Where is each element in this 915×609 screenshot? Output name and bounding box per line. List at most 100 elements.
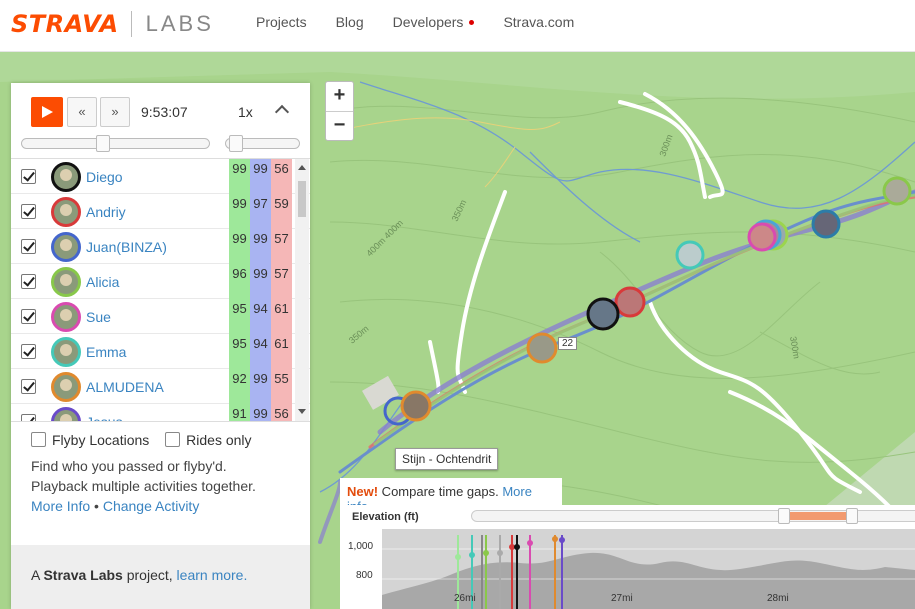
athlete-avatar (51, 232, 81, 262)
scroll-thumb[interactable] (298, 181, 306, 217)
strava-labs-logo[interactable]: STRAVA LABS (11, 10, 214, 38)
panel-footer: A Strava Labs project, learn more. (11, 545, 310, 609)
athlete-score: 99 (229, 194, 250, 229)
rider-tag: 22 (558, 337, 578, 350)
elevation-title: Elevation (ft) (352, 511, 419, 523)
top-header: STRAVA LABS Projects Blog Developers Str… (0, 0, 915, 52)
brand-labs: LABS (145, 11, 214, 36)
athlete-row[interactable]: Alicia 96 99 57 (11, 264, 310, 299)
athlete-score: 94 (250, 334, 271, 369)
athlete-score: 99 (229, 229, 250, 264)
athlete-row[interactable]: Sue 95 94 61 (11, 299, 310, 334)
rewind-button[interactable]: « (67, 97, 97, 127)
athlete-avatar (51, 337, 81, 367)
description-line-2: Playback multiple activities together. (31, 478, 256, 494)
progress-slider-handle[interactable] (95, 135, 110, 152)
athlete-score: 97 (250, 194, 271, 229)
athlete-score: 95 (229, 334, 250, 369)
athlete-avatar (51, 162, 81, 192)
flyby-locations-label: Flyby Locations (52, 432, 150, 448)
elevation-range-slider[interactable] (471, 508, 915, 524)
athlete-checkbox[interactable] (21, 379, 36, 394)
brand-divider (130, 11, 132, 37)
notification-dot-icon (469, 19, 475, 25)
rides-only-checkbox[interactable] (165, 432, 181, 447)
athlete-name[interactable]: Juan(BINZA) (86, 239, 167, 255)
nav-blog[interactable]: Blog (336, 14, 364, 30)
athlete-checkbox[interactable] (21, 169, 36, 184)
play-button[interactable] (31, 97, 63, 127)
athlete-checkbox[interactable] (21, 204, 36, 219)
nav-strava-com[interactable]: Strava.com (503, 14, 574, 30)
athlete-name[interactable]: Andriy (86, 204, 126, 220)
athlete-score: 57 (271, 229, 292, 264)
playback-time: 9:53:07 (141, 104, 188, 120)
elevation-y-tick: 800 (356, 570, 373, 581)
zoom-out-button[interactable]: − (326, 111, 353, 140)
forward-button[interactable]: » (100, 97, 130, 127)
footer-strava-labs: Strava Labs (43, 567, 123, 583)
elevation-x-tick: 26mi (454, 593, 476, 604)
compare-time-gaps-banner: New! Compare time gaps. More info (340, 478, 562, 514)
athlete-score: 99 (250, 159, 271, 194)
athlete-name[interactable]: ALMUDENA (86, 379, 164, 395)
athlete-checkbox[interactable] (21, 274, 36, 289)
nav-developers[interactable]: Developers (393, 14, 475, 30)
athlete-avatar (51, 197, 81, 227)
learn-more-link[interactable]: learn more. (177, 567, 248, 583)
elevation-range-selection (784, 512, 852, 520)
athlete-row[interactable]: Diego 99 99 56 (11, 159, 310, 194)
collapse-chevron-icon[interactable] (274, 104, 290, 120)
athlete-score: 99 (250, 229, 271, 264)
speed-slider-handle[interactable] (229, 135, 244, 152)
zoom-in-button[interactable]: + (326, 82, 353, 111)
athlete-score: 99 (229, 159, 250, 194)
speed-slider[interactable] (225, 135, 300, 152)
athlete-row[interactable]: Andriy 99 97 59 (11, 194, 310, 229)
zoom-control: + − (325, 81, 354, 141)
athlete-score: 99 (250, 404, 271, 421)
athlete-score: 61 (271, 334, 292, 369)
compare-text: Compare time gaps. (378, 484, 503, 499)
athlete-row[interactable]: Emma 95 94 61 (11, 334, 310, 369)
athlete-score: 56 (271, 404, 292, 421)
play-icon (42, 106, 53, 118)
athlete-row[interactable]: ALMUDENA 92 99 55 (11, 369, 310, 404)
elevation-x-tick: 27mi (611, 593, 633, 604)
rider-tooltip: Stijn - Ochtendrit (395, 448, 499, 470)
playback-speed[interactable]: 1x (238, 104, 253, 120)
athlete-list-scrollbar[interactable] (295, 159, 309, 421)
athlete-avatar (51, 407, 81, 421)
flyby-locations-checkbox[interactable] (31, 432, 46, 447)
description-line-1: Find who you passed or flyby'd. (31, 458, 227, 474)
athlete-checkbox[interactable] (21, 309, 36, 324)
rides-only-label: Rides only (186, 432, 252, 448)
link-separator: • (94, 498, 99, 514)
athlete-checkbox[interactable] (21, 414, 36, 421)
athlete-row[interactable]: Juan(BINZA) 99 99 57 (11, 229, 310, 264)
elevation-range-handle-left[interactable] (778, 508, 790, 524)
scroll-up-icon[interactable] (298, 165, 306, 170)
athlete-score: 56 (271, 159, 292, 194)
athlete-name[interactable]: Emma (86, 344, 126, 360)
nav-projects[interactable]: Projects (256, 14, 307, 30)
elevation-range-handle-right[interactable] (846, 508, 858, 524)
more-info-link[interactable]: More Info (31, 498, 90, 514)
athlete-name[interactable]: Diego (86, 169, 123, 185)
footer-prefix: A (31, 567, 44, 583)
change-activity-link[interactable]: Change Activity (103, 498, 200, 514)
athlete-score: 94 (250, 299, 271, 334)
playback-controls: « » 9:53:07 1x (11, 83, 310, 159)
nav-developers-label: Developers (392, 14, 464, 30)
athlete-checkbox[interactable] (21, 239, 36, 254)
athlete-name[interactable]: Alicia (86, 274, 119, 290)
athlete-checkbox[interactable] (21, 344, 36, 359)
athlete-name[interactable]: Sue (86, 309, 111, 325)
athlete-row[interactable]: Jesus 91 99 56 (11, 404, 310, 421)
scroll-down-icon[interactable] (298, 409, 306, 414)
athlete-avatar (51, 372, 81, 402)
brand-strava: STRAVA (11, 10, 119, 38)
athlete-name[interactable]: Jesus (86, 414, 123, 421)
progress-slider[interactable] (21, 135, 210, 152)
main-nav: Projects Blog Developers Strava.com (256, 14, 603, 30)
